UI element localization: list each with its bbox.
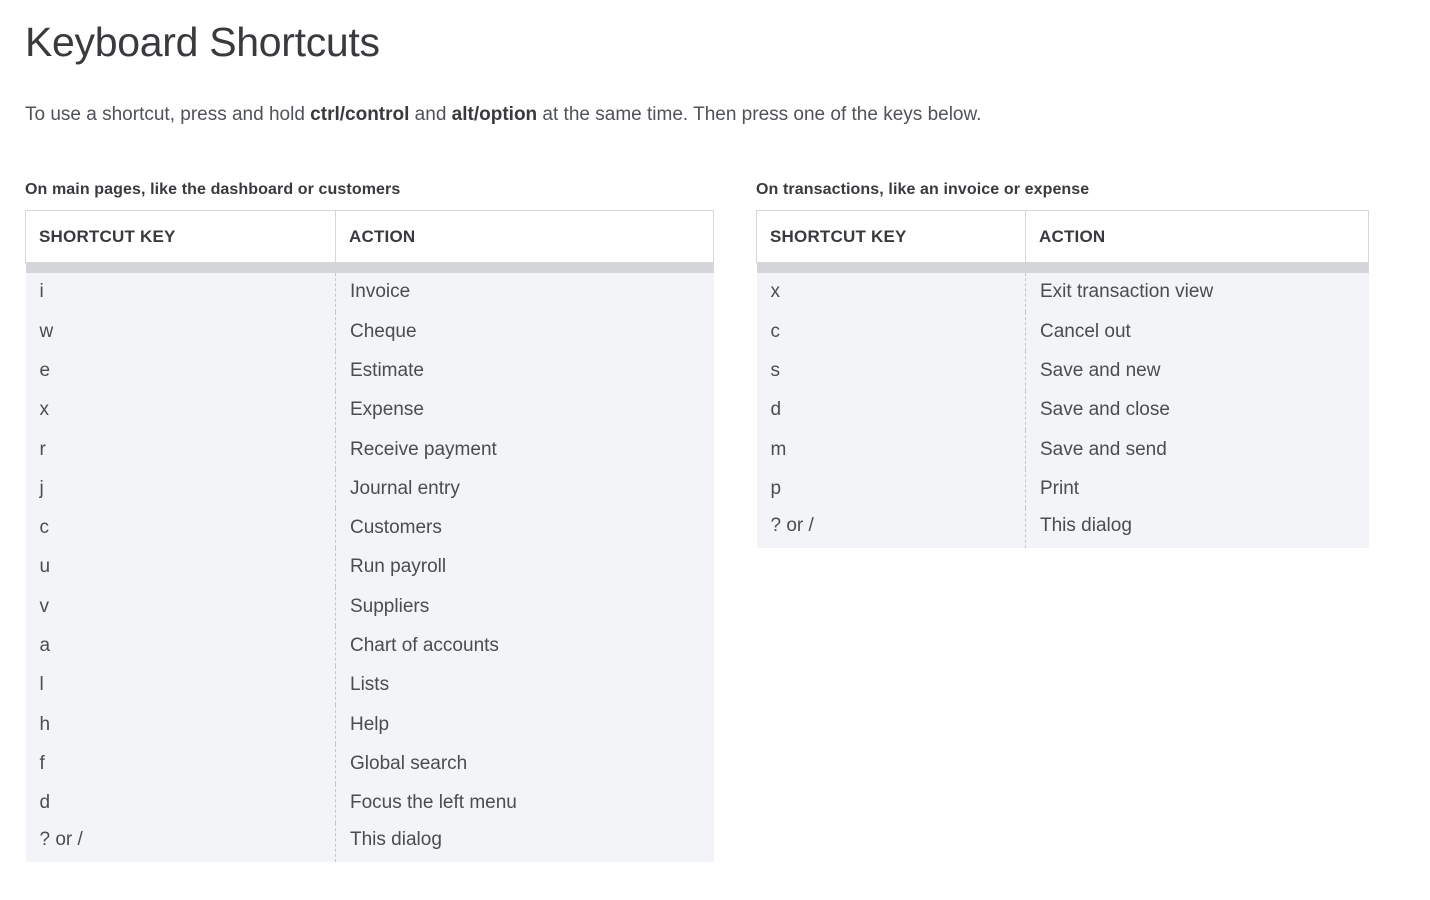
cell-shortcut-key: r [25, 429, 336, 470]
cell-shortcut-key: e [25, 351, 336, 391]
cell-shortcut-key: c [756, 311, 1026, 352]
table-row: m Save and send [756, 429, 1369, 470]
cell-action: Focus the left menu [335, 783, 714, 823]
shortcuts-table-main-pages: SHORTCUT KEY ACTION i Invoice w Cheque e Esti… [25, 210, 714, 863]
table-header-row: SHORTCUT KEY ACTION [25, 210, 714, 264]
page-title: Keyboard Shortcuts [25, 19, 380, 65]
table-row: x Expense [25, 390, 714, 430]
table-row: ? or / This dialog [756, 508, 1369, 548]
transactions-table-block: On transactions, like an invoice or expe… [756, 180, 1369, 548]
table-head: SHORTCUT KEY ACTION [756, 210, 1369, 273]
column-header-shortcut-key: SHORTCUT KEY [756, 210, 1026, 264]
table-row: j Journal entry [25, 469, 714, 509]
cell-action: This dialog [1025, 508, 1369, 548]
table-row: p Print [756, 469, 1369, 509]
subtitle-lead: To use a shortcut, press and hold [25, 104, 311, 125]
cell-shortcut-key: v [25, 587, 336, 627]
header-separator-band [25, 262, 714, 273]
table-row: h Help [25, 704, 714, 745]
cell-action: This dialog [335, 822, 714, 863]
table-row: d Focus the left menu [25, 783, 714, 823]
cell-action: Customers [335, 508, 714, 548]
cell-action: Run payroll [335, 547, 714, 588]
cell-action: Receive payment [335, 429, 714, 470]
cell-shortcut-key: h [25, 704, 336, 745]
page-subtitle: To use a shortcut, press and hold ctrl/c… [25, 101, 981, 129]
table-row: ? or / This dialog [25, 822, 714, 863]
cell-action: Cancel out [1025, 311, 1369, 352]
cell-shortcut-key: m [756, 429, 1026, 470]
table-row: i Invoice [25, 272, 714, 312]
cell-action: Chart of accounts [335, 626, 714, 666]
table-row: v Suppliers [25, 587, 714, 627]
cell-action: Lists [335, 665, 714, 705]
band-cell-right [1025, 262, 1369, 273]
cell-action: Print [1025, 469, 1369, 509]
cell-shortcut-key: l [25, 665, 336, 705]
band-cell-left [756, 262, 1026, 273]
subtitle-modifier-key-1: ctrl/control [310, 104, 410, 125]
cell-shortcut-key: w [25, 311, 336, 352]
band-cell-right [335, 262, 714, 273]
cell-shortcut-key: j [25, 469, 336, 509]
table-body: i Invoice w Cheque e Estimate x Expense r Receive… [25, 272, 714, 863]
table-row: a Chart of accounts [25, 626, 714, 666]
cell-shortcut-key: c [25, 508, 336, 548]
table-row: f Global search [25, 744, 714, 784]
section-label-main-pages: On main pages, like the dashboard or cus… [25, 181, 401, 198]
cell-shortcut-key: u [25, 547, 336, 588]
cell-shortcut-key: x [756, 272, 1026, 312]
cell-action: Save and new [1025, 351, 1369, 391]
subtitle-modifier-key-2: alt/option [451, 104, 538, 125]
cell-action: Suppliers [335, 587, 714, 627]
cell-shortcut-key: ? or / [25, 822, 336, 863]
cell-action: Global search [335, 744, 714, 784]
column-header-action: ACTION [1025, 210, 1369, 264]
table-row: x Exit transaction view [756, 272, 1369, 312]
cell-action: Save and close [1025, 390, 1369, 430]
cell-action: Save and send [1025, 429, 1369, 470]
cell-shortcut-key: d [25, 783, 336, 823]
keyboard-shortcuts-page: Keyboard Shortcuts To use a shortcut, pr… [0, 0, 1430, 900]
table-header-row: SHORTCUT KEY ACTION [756, 210, 1369, 264]
subtitle-middle: and [409, 104, 452, 125]
cell-action: Invoice [335, 272, 714, 312]
table-row: e Estimate [25, 351, 714, 391]
cell-shortcut-key: ? or / [756, 508, 1026, 548]
table-row: d Save and close [756, 390, 1369, 430]
cell-shortcut-key: x [25, 390, 336, 430]
shortcuts-table-transactions: SHORTCUT KEY ACTION x Exit transaction vi… [756, 210, 1369, 548]
band-cell-left [25, 262, 336, 273]
table-body: x Exit transaction view c Cancel out s Save a… [756, 272, 1369, 548]
column-header-action: ACTION [335, 210, 714, 264]
cell-shortcut-key: i [25, 272, 336, 312]
cell-action: Cheque [335, 311, 714, 352]
cell-action: Help [335, 704, 714, 745]
cell-shortcut-key: s [756, 351, 1026, 391]
table-row: s Save and new [756, 351, 1369, 391]
table-row: u Run payroll [25, 547, 714, 588]
cell-shortcut-key: f [25, 744, 336, 784]
table-row: c Customers [25, 508, 714, 548]
cell-action: Estimate [335, 351, 714, 391]
section-label-transactions: On transactions, like an invoice or expe… [756, 181, 1090, 198]
table-row: c Cancel out [756, 311, 1369, 352]
cell-shortcut-key: d [756, 390, 1026, 430]
main-pages-table-block: On main pages, like the dashboard or cus… [25, 180, 714, 863]
cell-action: Journal entry [335, 469, 714, 509]
table-row: l Lists [25, 665, 714, 705]
table-row: r Receive payment [25, 429, 714, 470]
cell-action: Expense [335, 390, 714, 430]
header-separator-band [756, 262, 1369, 273]
cell-action: Exit transaction view [1025, 272, 1369, 312]
table-row: w Cheque [25, 311, 714, 352]
cell-shortcut-key: a [25, 626, 336, 666]
subtitle-tail: at the same time. Then press one of the … [537, 104, 982, 125]
cell-shortcut-key: p [756, 469, 1026, 509]
column-header-shortcut-key: SHORTCUT KEY [25, 210, 336, 264]
table-head: SHORTCUT KEY ACTION [25, 210, 714, 273]
